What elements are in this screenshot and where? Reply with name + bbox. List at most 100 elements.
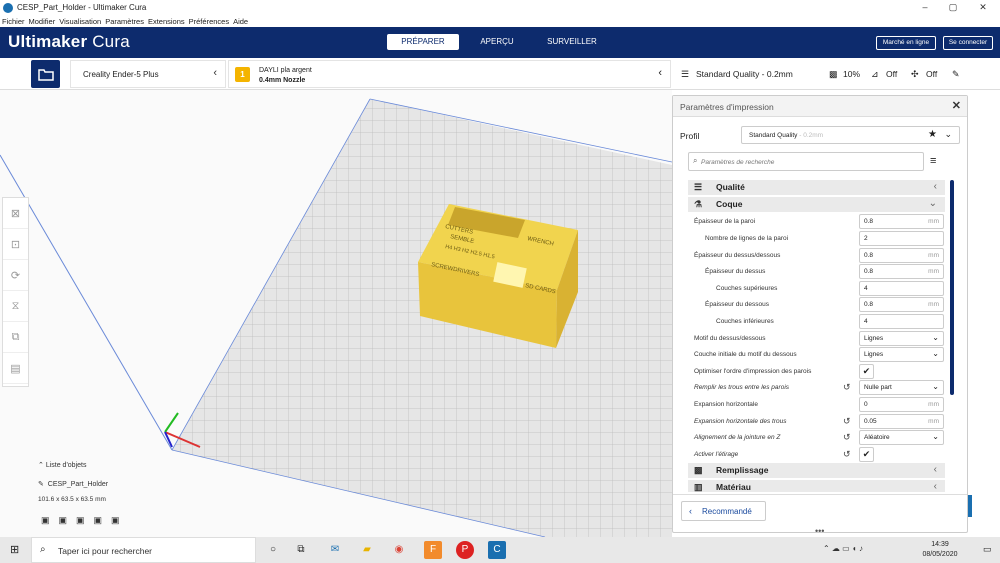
chevron-down-icon: ⌄ (932, 333, 939, 342)
view-orientation-icons[interactable]: ▣▣▣▣▣ (41, 515, 129, 526)
minimize-button[interactable]: – (910, 0, 940, 15)
tab-preview[interactable]: APERÇU (468, 34, 526, 50)
open-file-button[interactable] (31, 60, 60, 88)
menu-help[interactable]: Aide (233, 17, 248, 26)
menu-settings[interactable]: Paramètres (105, 17, 144, 26)
chevron-down-icon: ⌄ (932, 432, 939, 441)
settings-menu-icon[interactable]: ≡ (930, 155, 936, 167)
menu-edit[interactable]: Modifier (29, 17, 56, 26)
chevron-left-icon: ‹ (213, 67, 217, 79)
top-bottom-thickness-input[interactable]: 0.8 mm (859, 248, 944, 263)
app-f-icon[interactable]: F (424, 541, 442, 559)
clock-time: 14:39 (931, 541, 949, 548)
reset-icon[interactable]: ↺ (843, 382, 851, 393)
cura-taskbar-icon[interactable]: C (488, 541, 506, 559)
menu-bar: Fichier Modifier Visualisation Paramètre… (0, 15, 1000, 27)
menu-view[interactable]: Visualisation (59, 17, 101, 26)
tab-monitor[interactable]: SURVEILLER (540, 34, 604, 50)
optimize-wall-order-checkbox[interactable]: ✔ (859, 364, 874, 379)
search-icon: ⌕ (693, 156, 698, 165)
recommended-button[interactable]: ‹ Recommandé (681, 501, 766, 521)
window-title: CESP_Part_Holder - Ultimaker Cura (17, 3, 147, 12)
close-button[interactable]: ✕ (968, 0, 998, 15)
setting-row: Nombre de lignes de la paroi 2 (673, 230, 948, 247)
quality-icon: ☰ (694, 182, 703, 192)
resize-handle[interactable]: ••• (815, 526, 824, 536)
tab-prepare[interactable]: PRÉPARER (387, 34, 459, 50)
shell-icon: ⚗ (694, 199, 703, 209)
menu-preferences[interactable]: Préférences (189, 17, 229, 26)
move-tool-icon[interactable]: ⊠ (3, 198, 28, 229)
object-item[interactable]: ✎ CESP_Part_Holder (38, 480, 108, 488)
maximize-button[interactable]: ▢ (938, 0, 968, 15)
settings-search[interactable]: ⌕ (688, 152, 924, 171)
bottom-thickness-input[interactable]: 0.8 mm (859, 297, 944, 312)
cortana-icon[interactable]: ○ (264, 541, 282, 559)
category-infill[interactable]: ▩ Remplissage ‹ (688, 463, 945, 478)
setting-row: Activer l'étirage ↺ ✔ (673, 446, 948, 463)
windows-start-icon[interactable]: ⊞ (10, 543, 19, 556)
profile-dropdown[interactable]: Standard Quality - 0.2mm ★ ⌄ (741, 126, 960, 144)
title-bar: CESP_Part_Holder - Ultimaker Cura – ▢ ✕ (0, 0, 1000, 15)
setting-row: Expansion horizontale 0 mm (673, 396, 948, 413)
top-bottom-pattern-select[interactable]: Lignes ⌄ (859, 331, 944, 346)
material-selector[interactable]: 1 DAYLI pla argent 0.4mm Nozzle ‹ (228, 60, 671, 88)
clock[interactable]: 14:39 08/05/2020 (920, 540, 960, 560)
top-thickness-input[interactable]: 0.8 mm (859, 264, 944, 279)
cura-app-icon (3, 2, 13, 13)
star-icon[interactable]: ★ (928, 129, 937, 140)
mail-icon[interactable]: ✉ (326, 541, 344, 559)
chrome-icon[interactable]: ◉ (390, 541, 408, 559)
category-quality[interactable]: ☰ Qualité ‹ (688, 180, 945, 195)
chevron-left-icon: ‹ (689, 506, 692, 516)
chevron-down-icon: ⌄ (932, 382, 939, 391)
menu-extensions[interactable]: Extensions (148, 17, 185, 26)
hole-expansion-input[interactable]: 0.05 mm (859, 414, 944, 429)
slice-button-edge[interactable] (968, 495, 972, 517)
setting-row: Motif du dessus/dessous Lignes ⌄ (673, 330, 948, 347)
mirror-tool-icon[interactable]: ⧖ (3, 291, 28, 322)
ironing-checkbox[interactable]: ✔ (859, 447, 874, 462)
login-button[interactable]: Se connecter (943, 36, 993, 50)
horizontal-expansion-input[interactable]: 0 mm (859, 397, 944, 412)
category-material[interactable]: ▥ Matériau ‹ (688, 480, 945, 492)
print-settings-summary[interactable]: ☰ Standard Quality - 0.2mm ▩ 10% ⊿ Off ✣… (672, 60, 970, 88)
task-view-icon[interactable]: ⧉ (292, 541, 310, 559)
taskbar-search[interactable]: ⌕ Taper ici pour rechercher (31, 537, 256, 563)
printer-name: Creality Ender-5 Plus (83, 70, 159, 79)
file-explorer-icon[interactable]: ▰ (358, 541, 376, 559)
adhesion-icon: ✣ (911, 69, 919, 79)
support-icon: ⊿ (871, 69, 879, 79)
wall-line-count-input[interactable]: 2 (859, 231, 944, 246)
chevron-up-icon: ⌃ (38, 462, 44, 469)
reset-icon[interactable]: ↺ (843, 432, 851, 443)
support-blocker-icon[interactable]: ▤ (3, 353, 28, 384)
wall-thickness-input[interactable]: 0.8 mm (859, 214, 944, 229)
tool-panel: ⊠ ⊡ ⟳ ⧖ ⧉ ▤ (2, 197, 29, 387)
category-shell[interactable]: ⚗ Coque ⌄ (688, 197, 945, 212)
setting-row: Couche initiale du motif du dessous Lign… (673, 346, 948, 363)
initial-bottom-pattern-select[interactable]: Lignes ⌄ (859, 347, 944, 362)
reset-icon[interactable]: ↺ (843, 449, 851, 460)
z-seam-alignment-select[interactable]: Aléatoire ⌄ (859, 430, 944, 445)
fill-gaps-select[interactable]: Nulle part ⌄ (859, 380, 944, 395)
settings-scrollbar[interactable] (950, 180, 954, 395)
rotate-tool-icon[interactable]: ⟳ (3, 260, 28, 291)
scale-tool-icon[interactable]: ⊡ (3, 229, 28, 260)
search-input[interactable] (701, 156, 916, 168)
per-model-settings-icon[interactable]: ⧉ (3, 322, 28, 353)
marketplace-button[interactable]: Marché en ligne (876, 36, 936, 50)
notifications-icon[interactable]: ▭ (983, 544, 992, 555)
printer-selector[interactable]: Creality Ender-5 Plus ‹ (70, 60, 226, 88)
menu-file[interactable]: Fichier (2, 17, 25, 26)
profile-value: Standard Quality - 0.2mm (749, 132, 824, 139)
reset-icon[interactable]: ↺ (843, 416, 851, 427)
top-layers-input[interactable]: 4 (859, 281, 944, 296)
app-p-icon[interactable]: P (456, 541, 474, 559)
object-list-header[interactable]: ⌃ Liste d'objets (38, 461, 86, 469)
bottom-layers-input[interactable]: 4 (859, 314, 944, 329)
brand-logo: Ultimaker Cura (8, 32, 130, 51)
system-tray-icons[interactable]: ⌃ ☁ ▭ ◖ ♪ (823, 544, 863, 553)
close-panel-button[interactable]: ✕ (952, 99, 961, 112)
setting-row: Remplir les trous entre les parois ↺ Nul… (673, 379, 948, 396)
